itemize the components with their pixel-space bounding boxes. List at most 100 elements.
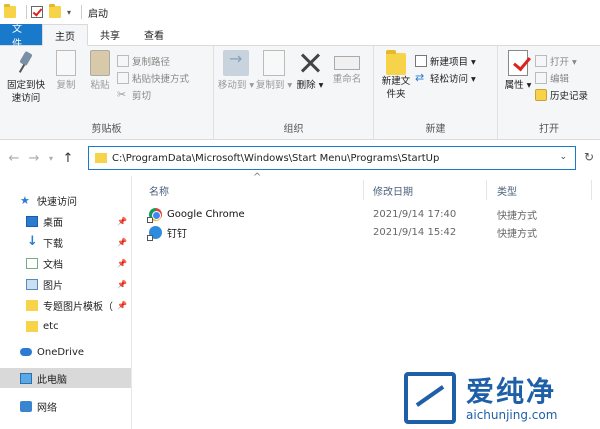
sidebar-item-etc[interactable]: etc — [0, 316, 131, 336]
tab-home[interactable]: 主页 — [42, 24, 88, 46]
star-icon: ★ — [20, 193, 30, 207]
organize-group: 移动到 ▾ 复制到 ▾ 删除 ▾ 重命名 组织 — [214, 46, 374, 139]
open-icon — [535, 54, 547, 67]
new-group: 新建文件夹 新建项目 ▾ ⇄ 轻松访问 ▾ 新建 — [374, 46, 498, 139]
tab-file[interactable]: 文件 — [0, 24, 42, 50]
edit-label: 编辑 — [550, 73, 570, 85]
navigation-pane: ★ 快速访问 桌面 📌 下载 📌 文档 📌 图片 📌 专题图片模板（ 📌 etc… — [0, 176, 132, 429]
copy-path-icon — [117, 54, 129, 67]
cut-label: 剪切 — [132, 90, 152, 102]
tab-share[interactable]: 共享 — [88, 24, 132, 45]
easy-access-button[interactable]: ⇄ 轻松访问 ▾ — [415, 69, 476, 86]
sidebar-item-network[interactable]: 网络 — [0, 396, 131, 416]
file-name-cell[interactable]: 钉钉 — [147, 223, 187, 241]
paste-shortcut-button[interactable]: 粘贴快捷方式 — [117, 69, 189, 86]
sidebar-item-documents[interactable]: 文档 📌 — [0, 253, 131, 273]
pin-icon[interactable]: 📌 — [117, 280, 127, 289]
folder-icon — [95, 153, 107, 163]
table-row[interactable]: Google Chrome 2021/9/14 17:40 快捷方式 — [133, 205, 600, 223]
copy-icon — [56, 50, 76, 76]
move-to-label: 移动到 ▾ — [217, 80, 255, 91]
column-divider[interactable] — [591, 180, 592, 200]
column-header-name[interactable]: 名称 — [149, 180, 359, 200]
copy-to-label: 复制到 ▾ — [255, 80, 293, 91]
sidebar-item-quick-access[interactable]: ★ 快速访问 — [0, 190, 131, 210]
copy-path-label: 复制路径 — [132, 56, 171, 68]
sidebar-item-desktop[interactable]: 桌面 📌 — [0, 211, 131, 231]
column-header-modified[interactable]: 修改日期 — [373, 180, 483, 200]
edit-button[interactable]: 编辑 — [535, 69, 588, 86]
rename-icon — [334, 56, 360, 70]
sidebar-item-label: 文档 — [43, 259, 63, 271]
customize-quick-access-icon[interactable]: ▾ — [67, 8, 71, 17]
recent-locations-icon[interactable]: ▾ — [44, 154, 58, 163]
watermark: 爱纯净 aichunjing.com — [404, 370, 600, 429]
column-header-type[interactable]: 类型 — [497, 180, 587, 200]
sidebar-item-this-pc[interactable]: 此电脑 — [0, 368, 131, 388]
refresh-icon[interactable]: ↻ — [584, 150, 594, 164]
file-modified: 2021/9/14 15:42 — [373, 226, 457, 238]
move-to-icon — [223, 50, 249, 76]
paste-label: 粘贴 — [90, 80, 110, 91]
edit-icon — [535, 71, 547, 84]
sidebar-item-downloads[interactable]: 下载 📌 — [0, 232, 131, 252]
sidebar-item-onedrive[interactable]: OneDrive — [0, 342, 131, 362]
chrome-icon — [147, 207, 162, 223]
column-divider[interactable] — [486, 180, 487, 200]
file-type: 快捷方式 — [497, 228, 537, 240]
cut-button[interactable]: ✂ 剪切 — [117, 86, 189, 103]
this-pc-icon — [20, 372, 32, 384]
ribbon: 固定到快速访问 复制 粘贴 复制路径 粘贴快捷方式 ✂ 剪切 剪贴板 → 移动到… — [0, 46, 600, 140]
pin-icon[interactable]: 📌 — [117, 238, 127, 247]
copy-path-button[interactable]: 复制路径 — [117, 52, 189, 69]
sidebar-item-topic-templates[interactable]: 专题图片模板（ 📌 — [0, 295, 131, 315]
pin-icon[interactable]: 📌 — [117, 217, 127, 226]
history-button[interactable]: 历史记录 — [535, 86, 588, 103]
folder-icon — [26, 299, 38, 311]
sidebar-item-label: 此电脑 — [37, 374, 67, 386]
new-item-button[interactable]: 新建项目 ▾ — [415, 52, 476, 69]
file-name: 钉钉 — [167, 228, 187, 240]
up-arrow-icon[interactable]: ↑ — [58, 151, 78, 166]
new-folder-icon — [386, 50, 406, 75]
watermark-title: 爱纯净 — [466, 375, 557, 408]
sidebar-item-label: OneDrive — [37, 346, 85, 358]
pin-icon[interactable]: 📌 — [117, 259, 127, 268]
chevron-down-icon[interactable]: ⌄ — [559, 152, 567, 162]
back-arrow-icon[interactable]: ← — [4, 151, 24, 166]
paste-shortcut-label: 粘贴快捷方式 — [132, 73, 190, 85]
address-path[interactable]: C:\ProgramData\Microsoft\Windows\Start M… — [112, 153, 439, 164]
navigation-bar: ← → ▾ ↑ C:\ProgramData\Microsoft\Windows… — [0, 140, 600, 176]
column-divider[interactable] — [363, 180, 364, 200]
history-icon — [535, 88, 547, 101]
address-bar[interactable]: C:\ProgramData\Microsoft\Windows\Start M… — [88, 146, 576, 170]
new-folder-quick-icon[interactable] — [49, 4, 61, 18]
delete-label: 删除 ▾ — [296, 80, 324, 91]
open-group: 属性 ▾ 打开 ▾ 编辑 历史记录 打开 — [498, 46, 600, 139]
documents-icon — [26, 257, 38, 269]
sidebar-item-pictures[interactable]: 图片 📌 — [0, 274, 131, 294]
table-row[interactable]: 钉钉 2021/9/14 15:42 快捷方式 — [133, 223, 600, 241]
title-bar: ▾ 启动 — [0, 0, 600, 24]
forward-arrow-icon[interactable]: → — [24, 151, 44, 166]
organize-group-label: 组织 — [283, 124, 304, 135]
open-button[interactable]: 打开 ▾ — [535, 52, 588, 69]
ribbon-tabs: 文件 主页 共享 查看 — [0, 24, 600, 50]
folder-icon — [26, 320, 38, 332]
file-modified: 2021/9/14 17:40 — [373, 208, 457, 220]
file-name-cell[interactable]: Google Chrome — [147, 205, 245, 223]
pin-icon[interactable]: 📌 — [117, 301, 127, 310]
file-name: Google Chrome — [167, 208, 245, 220]
window-title: 启动 — [88, 8, 109, 20]
paste-icon — [90, 50, 110, 76]
divider — [26, 5, 27, 19]
pin-icon — [13, 50, 39, 76]
tab-view[interactable]: 查看 — [132, 24, 176, 45]
new-item-label: 新建项目 ▾ — [430, 56, 476, 68]
sidebar-item-label: etc — [43, 320, 59, 332]
easy-access-label: 轻松访问 ▾ — [430, 73, 476, 85]
rename-label: 重命名 — [332, 74, 362, 85]
properties-quick-icon[interactable] — [31, 6, 43, 18]
onedrive-icon — [20, 348, 32, 356]
desktop-icon — [26, 215, 38, 227]
